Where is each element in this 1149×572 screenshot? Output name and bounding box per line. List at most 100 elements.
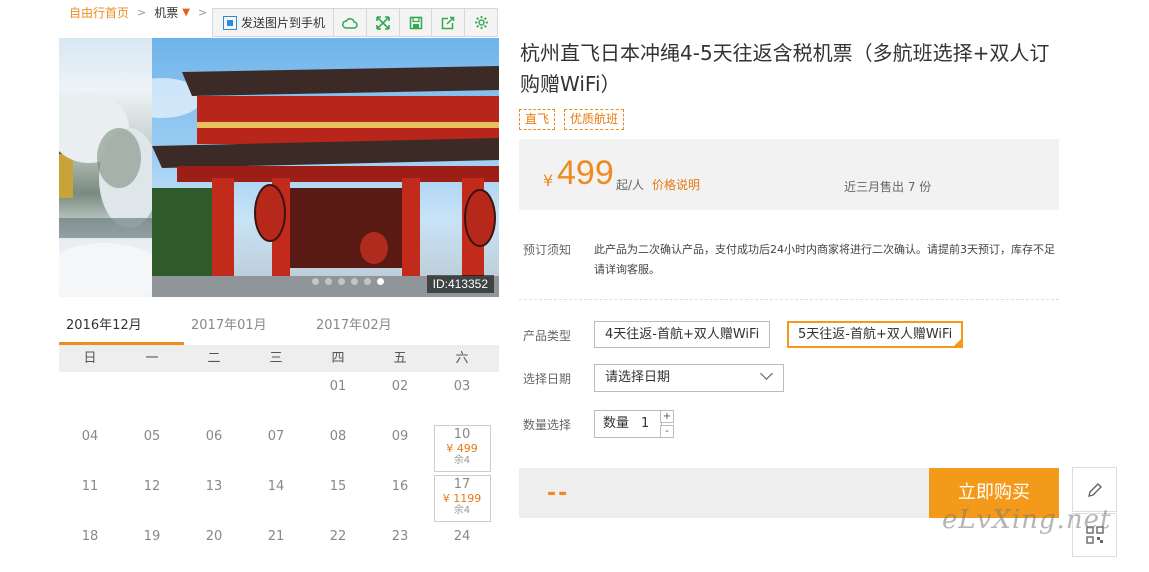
carousel-dot[interactable] [312,278,319,285]
carousel-dot[interactable] [364,278,371,285]
price-value: 499 [557,154,614,192]
calendar-day-number: 20 [205,529,223,544]
calendar-week-row: 01 02 03 [59,372,499,422]
calendar-day-number: 12 [143,479,161,494]
price-currency: ¥ [543,171,554,190]
calendar-day-number: 02 [391,379,409,394]
quantity-input[interactable]: 数量 1 [594,410,662,438]
calendar-day-number: 19 [143,529,161,544]
calendar-week-row: 04 05 06 07 08 09 10 ¥ 499 余4 [59,422,499,472]
calendar-day: 05 [121,422,183,472]
calendar-weekday: 五 [393,351,407,366]
calendar-day-number: 08 [329,429,347,444]
notice-label: 预订须知 [523,243,572,257]
calendar-day-number: 09 [391,429,409,444]
carousel-dot[interactable] [325,278,332,285]
decrement-button[interactable]: - [660,425,674,438]
calendar-day: 03 [431,372,493,422]
carousel-dot[interactable] [351,278,358,285]
calendar-grid: 01 02 03 04 05 06 07 08 09 10 ¥ 499 余4 11 12 13 14 15 16 1… [59,372,499,572]
image-id-label: ID:413352 [426,275,494,293]
save-icon[interactable] [400,9,433,36]
calendar-month-tabs: 2016年12月 2017年01月 2017年02月 [59,313,499,345]
calendar-month-tab[interactable]: 2016年12月 [59,313,184,345]
calendar-day: 11 [59,472,121,522]
calendar-day-available[interactable]: 10 ¥ 499 余4 [431,422,493,472]
calendar-day: 09 [369,422,431,472]
calendar-day: 12 [121,472,183,522]
product-type-option-4day[interactable]: 4天往返-首航+双人赠WiFi [594,321,771,348]
asakusa-gate-image[interactable]: ID:413352 [152,38,499,297]
share-toolbar: 发送图片到手机 [212,8,498,37]
calendar-day-border [434,475,491,522]
sold-count: 近三月售出 7 份 [844,180,932,194]
divider [519,299,1059,300]
product-type-option-5day[interactable]: 5天往返-首航+双人赠WiFi [787,321,964,348]
share-icon[interactable] [432,9,466,36]
calendar-weekday-header: 日一二三四五六 [59,345,499,372]
calendar-weekday: 二 [207,351,221,366]
notice-text: 此产品为二次确认产品，支付成功后24小时内商家将进行二次确认。请提前3天预订，库… [594,243,1055,276]
price-box: ¥ 499 起/人 价格说明 近三月售出 7 份 [519,139,1059,210]
date-select[interactable]: 请选择日期 [594,364,784,392]
calendar-day-number: 24 [453,529,471,544]
snow-scene-image[interactable] [59,38,152,297]
product-type-label: 产品类型 [523,329,572,343]
calendar-day-available[interactable]: 17 ¥ 1199 余4 [431,472,493,522]
fullscreen-icon[interactable] [367,9,400,36]
calendar-weekday: 日 [83,351,97,366]
breadcrumb-flight-link[interactable]: 机票 [154,5,178,21]
carousel-dots [312,278,384,285]
calendar-day [245,372,307,422]
cloud-icon[interactable] [334,9,367,36]
carousel-dot[interactable] [338,278,345,285]
chevron-down-icon [760,367,773,380]
calendar-day [121,372,183,422]
send-to-phone-label: 发送图片到手机 [241,16,326,30]
caret-down-icon[interactable]: ▼ [182,5,190,21]
calendar-day: 02 [369,372,431,422]
calendar-day: 22 [307,522,369,572]
quantity-stepper: + - [660,410,674,438]
calendar-day-number: 15 [329,479,347,494]
calendar-day: 01 [307,372,369,422]
watermark: eLvXing.net [942,505,1112,535]
price-unit: 起/人 [616,178,645,192]
quantity-value: 1 [641,416,650,431]
price-note-link[interactable]: 价格说明 [652,176,700,193]
calendar-day: 19 [121,522,183,572]
calendar-day: 15 [307,472,369,522]
calendar-weekday: 四 [331,351,345,366]
calendar-day-number: 21 [267,529,285,544]
calendar-day-number: 23 [391,529,409,544]
send-to-phone-button[interactable]: 发送图片到手机 [213,9,335,36]
qr-code-icon [223,15,237,30]
pencil-icon [1087,482,1102,497]
quantity-label: 数量选择 [523,418,572,432]
tag-quality-flight: 优质航班 [564,109,625,130]
settings-gear-icon[interactable] [465,9,497,36]
calendar-day-number: 13 [205,479,223,494]
breadcrumb: 自由行首页 > 机票 ▼ > [69,5,215,21]
calendar-day-number: 16 [391,479,409,494]
calendar-month-tab[interactable]: 2017年02月 [309,313,434,345]
date-label: 选择日期 [523,372,572,386]
calendar-day: 23 [369,522,431,572]
calendar-weekday: 一 [145,351,159,366]
calendar-day: 21 [245,522,307,572]
calendar-day [183,372,245,422]
calendar-day-number: 05 [143,429,161,444]
calendar-day-number: 01 [329,379,347,394]
calendar-week-row: 18 19 20 21 22 23 24 [59,522,499,572]
breadcrumb-home-link[interactable]: 自由行首页 [69,5,129,21]
calendar-day: 16 [369,472,431,522]
calendar-day-number: 18 [81,529,99,544]
calendar-day-number: 14 [267,479,285,494]
calendar-day: 08 [307,422,369,472]
increment-button[interactable]: + [660,410,674,423]
calendar-month-tab[interactable]: 2017年01月 [184,313,309,345]
calendar-day: 04 [59,422,121,472]
calendar-day-number: 22 [329,529,347,544]
carousel-dot[interactable] [377,278,384,285]
chevron-right-icon: > [197,6,208,19]
